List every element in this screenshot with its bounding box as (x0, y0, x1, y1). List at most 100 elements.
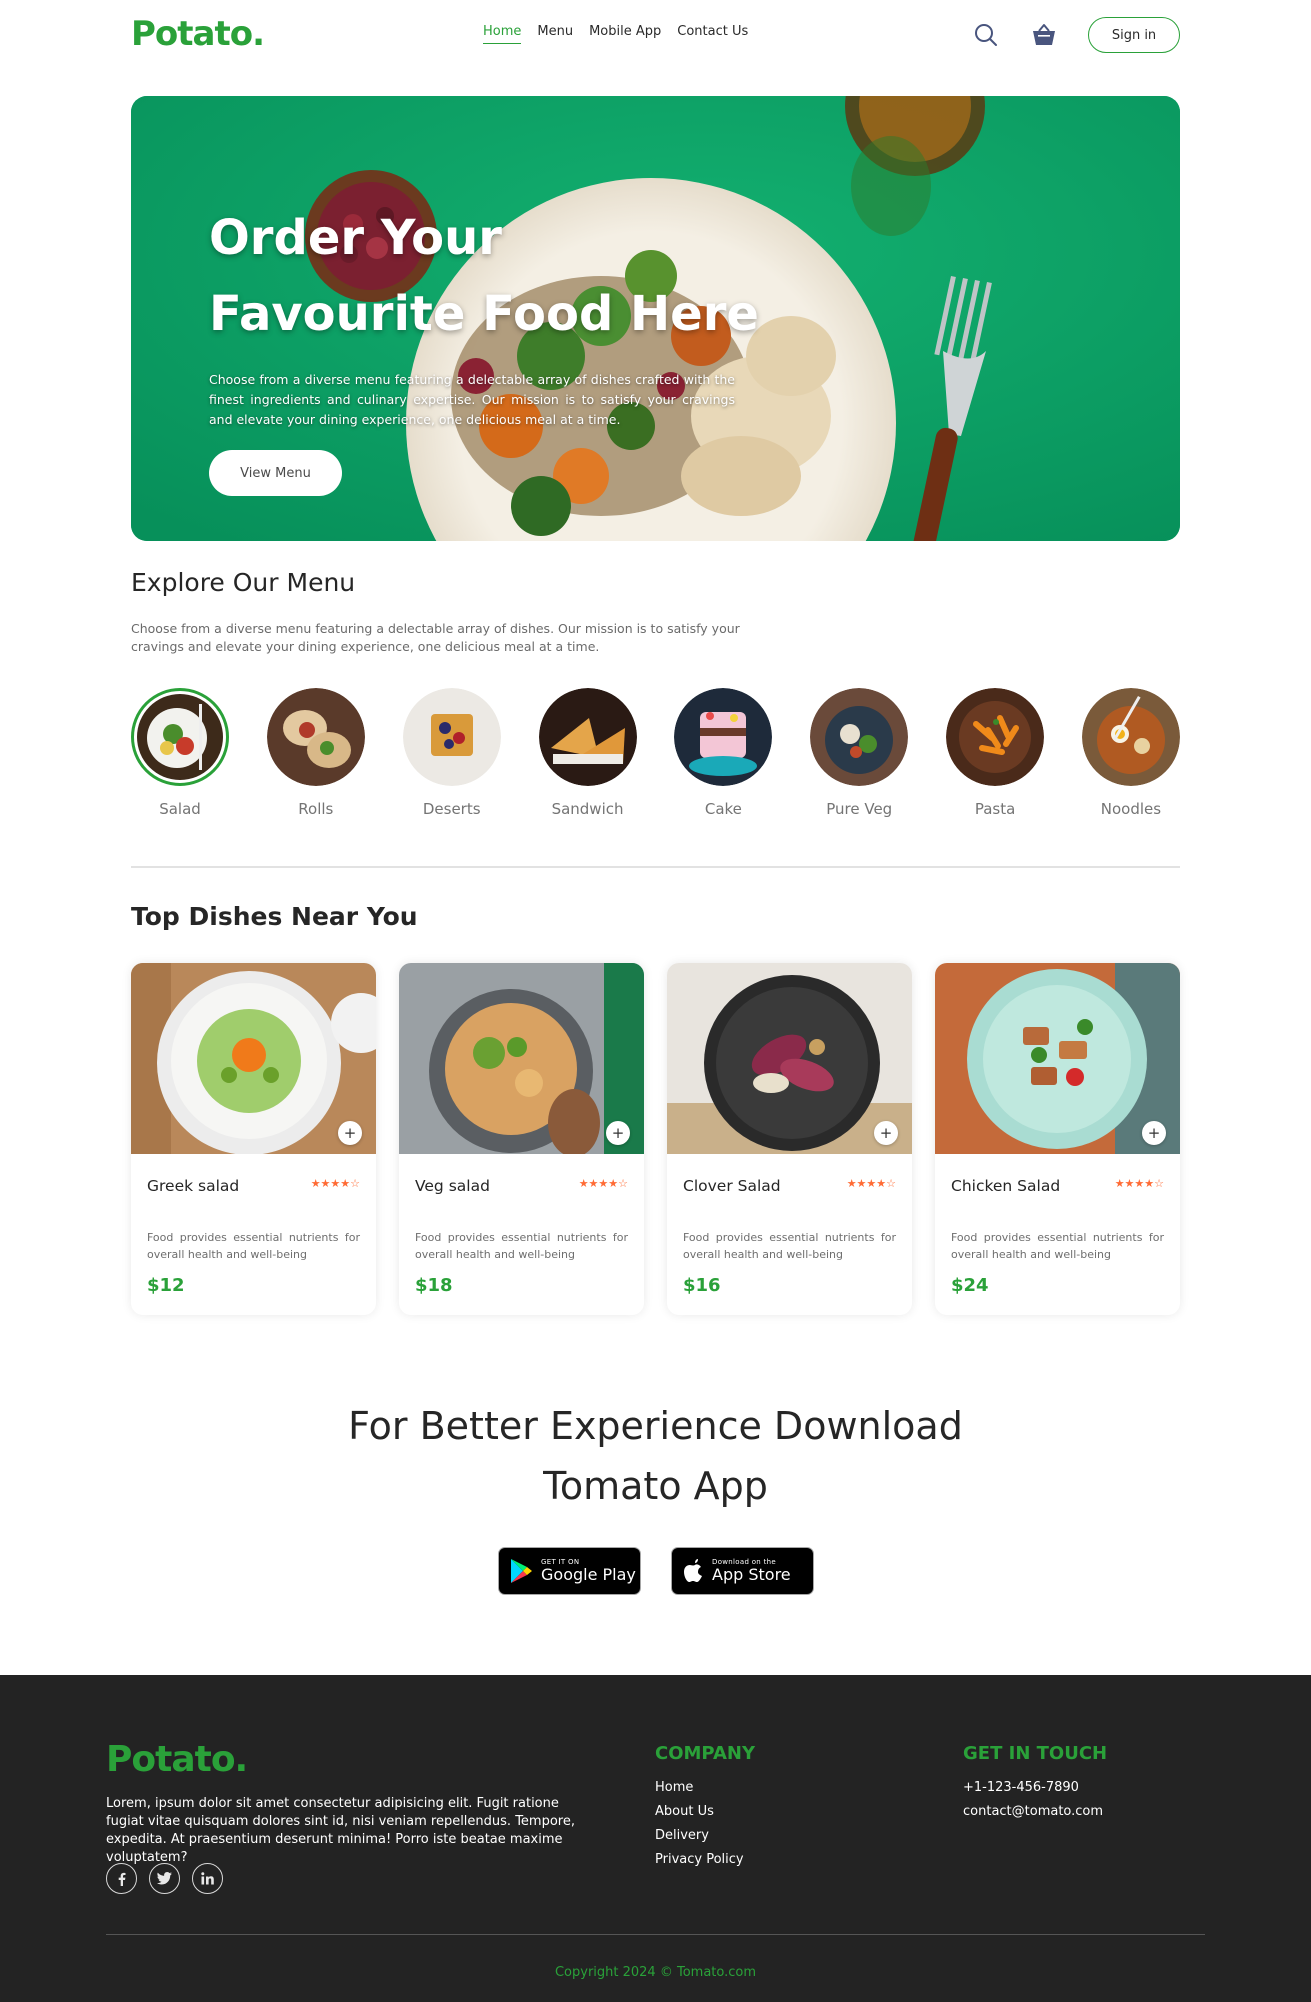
footer-contact-column: GET IN TOUCH +1-123-456-7890 contact@tom… (963, 1743, 1107, 1828)
add-to-cart-button[interactable]: + (338, 1121, 362, 1145)
menu-category-rolls[interactable]: Rolls (266, 688, 365, 818)
add-to-cart-button[interactable]: + (874, 1121, 898, 1145)
menu-category-sandwich[interactable]: Sandwich (538, 688, 637, 818)
sign-in-button[interactable]: Sign in (1088, 17, 1180, 53)
rating-stars-icon: ★★★★☆ (1114, 1177, 1164, 1190)
category-label: Salad (159, 800, 201, 818)
category-image (810, 688, 909, 786)
category-image (538, 688, 637, 786)
dish-image: + (399, 963, 644, 1154)
category-label: Sandwich (551, 800, 624, 818)
dish-description: Food provides essential nutrients for ov… (415, 1231, 628, 1261)
hero-title: Order Your Favourite Food Here (209, 210, 759, 342)
section-divider (131, 866, 1180, 868)
app-store-big-text: App Store (712, 1565, 791, 1584)
nav-actions: Sign in (972, 17, 1180, 53)
category-image (946, 688, 1045, 786)
store-buttons: GET IT ON Google Play Download on the Ap… (498, 1547, 814, 1595)
dish-name: Chicken Salad (951, 1177, 1061, 1195)
dish-price: $24 (951, 1275, 989, 1296)
nav-links: Home Menu Mobile App Contact Us (483, 24, 748, 44)
google-play-icon (511, 1559, 532, 1583)
dish-price: $12 (147, 1275, 185, 1296)
app-download-title-text: For Better Experience Download Tomato Ap… (348, 1404, 963, 1508)
google-play-big-text: Google Play (541, 1565, 636, 1584)
footer-link-privacy-policy[interactable]: Privacy Policy (655, 1852, 755, 1867)
menu-category-cake[interactable]: Cake (674, 688, 773, 818)
dish-name: Veg salad (415, 1177, 490, 1195)
footer-phone: +1-123-456-7890 (963, 1780, 1079, 1795)
logo[interactable]: Potato. (131, 14, 265, 54)
footer-email[interactable]: contact@tomato.com (963, 1804, 1107, 1819)
dish-description: Food provides essential nutrients for ov… (683, 1231, 896, 1261)
copyright-text: Copyright 2024 © Tomato.com (554, 1965, 757, 1980)
search-icon[interactable] (972, 21, 1000, 49)
dish-card[interactable]: + Chicken Salad ★★★★☆ Food provides esse… (935, 963, 1180, 1315)
menu-category-list: Salad Rolls Deserts Sandwich Cake Pure V… (131, 688, 1180, 818)
hero-description: Choose from a diverse menu featuring a d… (209, 372, 735, 427)
dish-price: $16 (683, 1275, 721, 1296)
rating-stars-icon: ★★★★☆ (846, 1177, 896, 1190)
footer-divider (106, 1934, 1205, 1935)
category-label: Pure Veg (826, 800, 893, 818)
nav-link-contact-us[interactable]: Contact Us (677, 24, 748, 44)
nav-link-mobile-app[interactable]: Mobile App (589, 24, 661, 44)
footer-company-column: COMPANY Home About Us Delivery Privacy P… (655, 1743, 755, 1876)
add-to-cart-button[interactable]: + (1142, 1121, 1166, 1145)
footer-logo[interactable]: Potato. (106, 1739, 248, 1780)
dish-name: Greek salad (147, 1177, 240, 1195)
category-label: Cake (704, 800, 742, 818)
facebook-icon[interactable] (106, 1863, 137, 1894)
dish-name: Clover Salad (683, 1177, 781, 1195)
basket-icon[interactable] (1030, 21, 1058, 49)
dish-card[interactable]: + Clover Salad ★★★★☆ Food provides essen… (667, 963, 912, 1315)
hero-banner: Order Your Favourite Food Here Choose fr… (131, 96, 1180, 541)
dish-card[interactable]: + Veg salad ★★★★☆ Food provides essentia… (399, 963, 644, 1315)
category-image (1081, 688, 1180, 786)
category-image (266, 688, 365, 786)
rating-stars-icon: ★★★★☆ (310, 1177, 360, 1190)
top-dishes-title: Top Dishes Near You (131, 902, 418, 931)
dish-card[interactable]: + Greek salad ★★★★☆ Food provides essent… (131, 963, 376, 1315)
category-image (402, 688, 501, 786)
menu-category-pasta[interactable]: Pasta (946, 688, 1045, 818)
category-label: Noodles (1100, 800, 1162, 818)
dish-description: Food provides essential nutrients for ov… (147, 1231, 360, 1261)
footer-description: Lorem, ipsum dolor sit amet consectetur … (106, 1796, 575, 1865)
category-label: Pasta (974, 800, 1016, 818)
twitter-icon[interactable] (149, 1863, 180, 1894)
explore-menu-title: Explore Our Menu (131, 568, 356, 597)
navbar: Potato. Home Menu Mobile App Contact Us … (131, 14, 1180, 56)
footer-link-about-us[interactable]: About Us (655, 1804, 755, 1819)
view-menu-button[interactable]: View Menu (209, 450, 342, 496)
menu-category-deserts[interactable]: Deserts (402, 688, 501, 818)
dish-image: + (935, 963, 1180, 1154)
dish-image: + (667, 963, 912, 1154)
footer-link-delivery[interactable]: Delivery (655, 1828, 755, 1843)
linkedin-icon[interactable] (192, 1863, 223, 1894)
explore-menu-description: Choose from a diverse menu featuring a d… (131, 621, 740, 654)
footer-company-title: COMPANY (655, 1743, 755, 1764)
footer: Potato. Lorem, ipsum dolor sit amet cons… (0, 1675, 1311, 2002)
social-links (106, 1863, 223, 1894)
menu-category-noodles[interactable]: Noodles (1081, 688, 1180, 818)
app-store-button[interactable]: Download on the App Store (671, 1547, 814, 1595)
nav-link-home[interactable]: Home (483, 24, 522, 44)
menu-category-pure-veg[interactable]: Pure Veg (810, 688, 909, 818)
category-image (674, 688, 773, 786)
app-download-title: For Better Experience Download Tomato Ap… (0, 1396, 1311, 1516)
nav-link-menu[interactable]: Menu (537, 24, 573, 44)
dish-grid: + Greek salad ★★★★☆ Food provides essent… (131, 963, 1180, 1315)
dish-description: Food provides essential nutrients for ov… (951, 1231, 1164, 1261)
google-play-button[interactable]: GET IT ON Google Play (498, 1547, 641, 1595)
apple-icon (684, 1559, 702, 1582)
category-label: Rolls (298, 800, 334, 818)
category-label: Deserts (422, 800, 481, 818)
dish-image: + (131, 963, 376, 1154)
category-image (131, 688, 229, 786)
add-to-cart-button[interactable]: + (606, 1121, 630, 1145)
footer-contact-title: GET IN TOUCH (963, 1743, 1108, 1764)
menu-category-salad[interactable]: Salad (131, 688, 229, 818)
footer-link-home[interactable]: Home (655, 1780, 755, 1795)
dish-price: $18 (415, 1275, 453, 1296)
